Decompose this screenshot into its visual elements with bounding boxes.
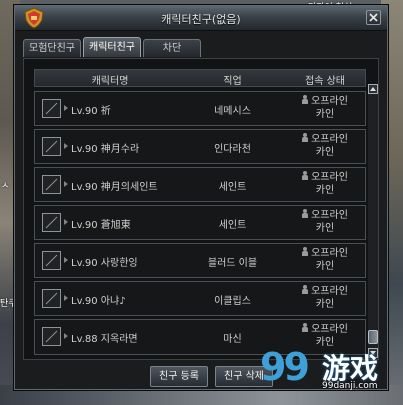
watermark-url: 99danji.com [322,381,378,391]
friend-name: Lv.90 사랑한잉 [71,258,138,269]
friend-name: Lv.90 神月의세인트 [71,182,158,193]
avatar-placeholder-icon [42,99,61,118]
header-job: 직업 [223,76,242,87]
friend-row[interactable]: Lv.90 神月수라 인다라천 오프라인 카인 [34,129,366,164]
close-button[interactable] [366,10,381,25]
header-connection-status: 접속 상태 [305,76,345,87]
friend-name: Lv.90 蒼旭東 [71,220,131,231]
friend-list-window: 캐릭터친구(없음) 모험단친구 캐릭터친구 차단 캐릭터명 직업 접속 상태 L… [14,5,388,390]
expand-arrow-icon[interactable] [64,257,68,263]
friend-name: Lv.90 아냐♪ [71,296,126,307]
avatar-placeholder-icon [42,137,61,156]
tab-block[interactable]: 차단 [143,39,201,57]
friend-row[interactable]: Lv.90 아냐♪ 이클립스 오프라인 카인 [34,281,366,316]
person-icon [302,247,309,257]
expand-arrow-icon[interactable] [64,219,68,225]
avatar-placeholder-icon [42,289,61,308]
header-character-name: 캐릭터명 [91,76,129,87]
expand-arrow-icon[interactable] [64,295,68,301]
friend-job: 블러드 이블 [207,258,258,269]
person-icon [302,133,309,143]
friend-job: 세인트 [218,182,247,193]
friend-status: 오프라인 카인 [285,247,365,273]
person-icon [302,95,309,105]
person-icon [302,323,309,333]
friend-row[interactable]: Lv.90 蒼旭東 세인트 오프라인 카인 [34,205,366,240]
friend-job: 네메시스 [214,106,251,117]
expand-arrow-icon[interactable] [64,333,68,339]
register-friend-button[interactable]: 친구 등록 [150,366,208,387]
friend-row[interactable]: Lv.90 사랑한잉 블러드 이블 오프라인 카인 [34,243,366,278]
friend-name: Lv.90 神月수라 [71,144,140,155]
tab-adventure-friends[interactable]: 모험단친구 [23,39,81,57]
scroll-up-button[interactable] [368,84,378,94]
window-titlebar[interactable]: 캐릭터친구(없음) [15,6,387,31]
tab-character-friends[interactable]: 캐릭터친구 [83,37,141,57]
list-scrollbar[interactable] [368,84,378,358]
friend-job: 인다라천 [214,144,251,155]
friend-row[interactable]: Lv.90 祈 네메시스 오프라인 카인 [34,91,366,126]
expand-arrow-icon[interactable] [64,181,68,187]
watermark-number: 99 [260,345,310,389]
background-text-left-1: ㅅ [1,181,10,191]
avatar-placeholder-icon [42,327,61,346]
friend-status: 오프라인 카인 [285,285,365,311]
person-icon [302,285,309,295]
avatar-placeholder-icon [42,175,61,194]
friend-name: Lv.88 지옥라면 [71,334,138,345]
friend-status: 오프라인 카인 [285,171,365,197]
friend-status: 오프라인 카인 [285,95,365,121]
friend-job: 이클립스 [214,296,251,307]
friend-name: Lv.90 祈 [71,106,111,117]
person-icon [302,171,309,181]
window-title: 캐릭터친구(없음) [161,13,241,26]
friend-status: 오프라인 카인 [285,209,365,235]
scroll-thumb[interactable] [368,330,378,344]
avatar-placeholder-icon [42,213,61,232]
friend-job: 마신 [223,334,242,345]
friend-job: 세인트 [218,220,247,231]
list-header: 캐릭터명 직업 접속 상태 [34,69,366,87]
friend-status: 오프라인 카인 [285,133,365,159]
arrow-up-icon [370,87,376,91]
friend-list-panel: 캐릭터명 직업 접속 상태 Lv.90 祈 네메시스 오프라인 카인 Lv.90 … [23,58,379,360]
close-icon [369,13,378,22]
expand-arrow-icon[interactable] [64,143,68,149]
friend-row[interactable]: Lv.90 神月의세인트 세인트 오프라인 카인 [34,167,366,202]
person-icon [302,209,309,219]
expand-arrow-icon[interactable] [64,105,68,111]
site-watermark: 99 游戏 99danji.com [260,345,390,400]
avatar-placeholder-icon [42,251,61,270]
